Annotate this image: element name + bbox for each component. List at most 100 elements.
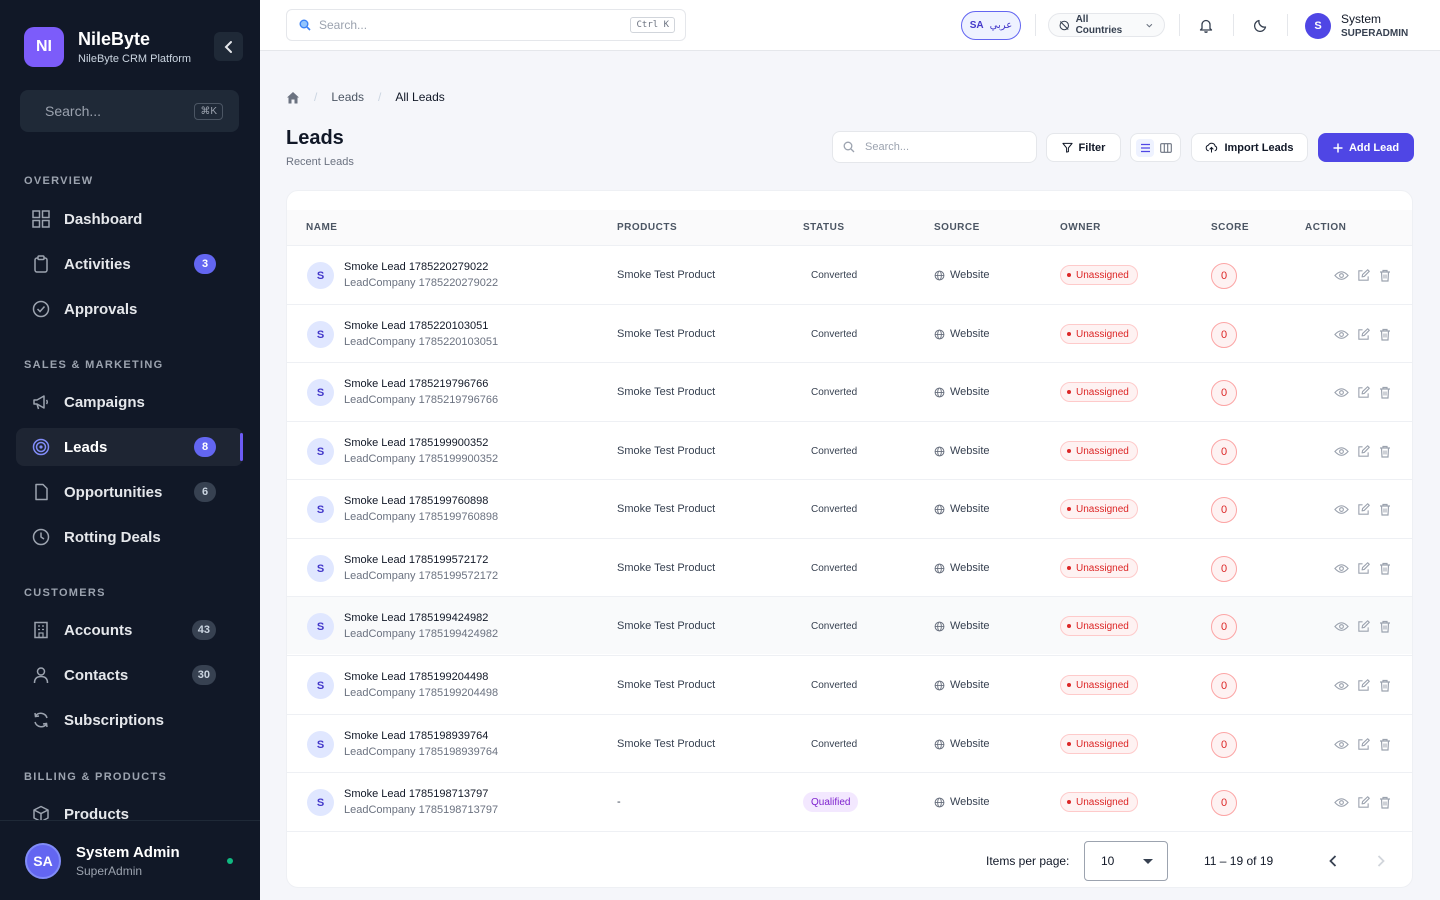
lead-name[interactable]: Smoke Lead 1785220103051 — [344, 320, 488, 332]
table-row[interactable]: S Smoke Lead 1785199572172 LeadCompany 178… — [287, 538, 1412, 596]
table-row[interactable]: S Smoke Lead 1785198939764 LeadCompany 178… — [287, 714, 1412, 772]
view-button[interactable] — [1333, 794, 1349, 810]
leads-search-input[interactable]: Search... — [832, 131, 1037, 163]
table-row[interactable]: S Smoke Lead 1785199424982 LeadCompany 178… — [287, 596, 1412, 654]
column-header-owner[interactable]: OWNER — [1060, 222, 1101, 233]
edit-button[interactable] — [1355, 560, 1371, 576]
sidebar-item-contacts[interactable]: Contacts 30 — [16, 656, 243, 694]
column-header-score[interactable]: SCORE — [1211, 222, 1249, 233]
add-lead-button[interactable]: Add Lead — [1318, 133, 1414, 162]
owner-badge: Unassigned — [1060, 792, 1138, 812]
table-row[interactable]: S Smoke Lead 1785220103051 LeadCompany 178… — [287, 304, 1412, 362]
lead-name[interactable]: Smoke Lead 1785220279022 — [344, 261, 488, 273]
view-button[interactable] — [1333, 736, 1349, 752]
lead-name[interactable]: Smoke Lead 1785219796766 — [344, 378, 488, 390]
brand[interactable]: NI NileByte NileByte CRM Platform — [24, 27, 191, 67]
sidebar-item-opportunities[interactable]: Opportunities 6 — [16, 473, 243, 511]
view-button[interactable] — [1333, 618, 1349, 634]
sidebar-item-subscriptions[interactable]: Subscriptions — [16, 701, 243, 739]
delete-button[interactable] — [1377, 501, 1393, 517]
lead-name[interactable]: Smoke Lead 1785199760898 — [344, 495, 488, 507]
delete-button[interactable] — [1377, 443, 1393, 459]
edit-button[interactable] — [1355, 267, 1371, 283]
column-header-status[interactable]: STATUS — [803, 222, 845, 233]
table-row[interactable]: S Smoke Lead 1785199900352 LeadCompany 178… — [287, 421, 1412, 479]
table-row[interactable]: S Smoke Lead 1785199204498 LeadCompany 178… — [287, 655, 1412, 713]
import-leads-label: Import Leads — [1224, 141, 1294, 154]
sidebar-item-dashboard[interactable]: Dashboard — [16, 200, 243, 238]
table-row[interactable]: S Smoke Lead 1785198713797 LeadCompany 178… — [287, 772, 1412, 830]
sidebar-item-activities[interactable]: Activities 3 — [16, 245, 243, 283]
table-row[interactable]: S Smoke Lead 1785219796766 LeadCompany 178… — [287, 362, 1412, 420]
global-search-input[interactable]: Search... Ctrl K — [286, 9, 686, 41]
delete-button[interactable] — [1377, 267, 1393, 283]
sidebar-search-input[interactable]: Search... ⌘K — [20, 90, 239, 132]
edit-button[interactable] — [1355, 677, 1371, 693]
search-icon — [843, 141, 855, 153]
delete-button[interactable] — [1377, 326, 1393, 342]
view-button[interactable] — [1333, 501, 1349, 517]
sidebar-item-leads[interactable]: Leads 8 — [16, 428, 243, 466]
home-icon[interactable] — [286, 91, 300, 104]
delete-button[interactable] — [1377, 736, 1393, 752]
clock-icon — [32, 528, 50, 546]
previous-page-button[interactable] — [1322, 850, 1344, 872]
lead-name[interactable]: Smoke Lead 1785199572172 — [344, 554, 488, 566]
lead-company: LeadCompany 1785199204498 — [344, 687, 499, 699]
edit-button[interactable] — [1355, 794, 1371, 810]
delete-button[interactable] — [1377, 618, 1393, 634]
dot-icon — [1067, 683, 1071, 687]
import-leads-button[interactable]: Import Leads — [1191, 133, 1308, 162]
edit-button[interactable] — [1355, 326, 1371, 342]
sidebar-item-label: Campaigns — [64, 393, 145, 411]
notifications-button[interactable] — [1197, 16, 1215, 34]
lead-name[interactable]: Smoke Lead 1785199204498 — [344, 671, 488, 683]
edit-button[interactable] — [1355, 618, 1371, 634]
edit-button[interactable] — [1355, 501, 1371, 517]
lead-name[interactable]: Smoke Lead 1785198713797 — [344, 788, 488, 800]
delete-button[interactable] — [1377, 677, 1393, 693]
lead-company: LeadCompany 1785198713797 — [344, 804, 499, 816]
sidebar-item-approvals[interactable]: Approvals — [16, 290, 243, 328]
table-row[interactable]: S Smoke Lead 1785220279022 LeadCompany 178… — [287, 245, 1412, 303]
sidebar-item-campaigns[interactable]: Campaigns — [16, 383, 243, 421]
next-page-button[interactable] — [1370, 850, 1392, 872]
collapse-sidebar-button[interactable] — [214, 32, 243, 61]
list-view-button[interactable] — [1136, 138, 1155, 157]
edit-button[interactable] — [1355, 384, 1371, 400]
country-select[interactable]: All Countries — [1048, 13, 1165, 37]
trash-icon — [1380, 620, 1390, 633]
breadcrumb-leads-link[interactable]: Leads — [331, 90, 364, 104]
language-code: SA — [969, 20, 984, 31]
items-per-page-select[interactable]: 10 — [1084, 841, 1168, 881]
column-header-products[interactable]: PRODUCTS — [617, 222, 677, 233]
score-badge: 0 — [1211, 380, 1237, 406]
lead-name[interactable]: Smoke Lead 1785199424982 — [344, 612, 488, 624]
sidebar-item-accounts[interactable]: Accounts 43 — [16, 611, 243, 649]
delete-button[interactable] — [1377, 560, 1393, 576]
edit-button[interactable] — [1355, 443, 1371, 459]
lead-source: Website — [934, 503, 990, 515]
column-header-source[interactable]: SOURCE — [934, 222, 980, 233]
dot-icon — [1067, 800, 1071, 804]
delete-button[interactable] — [1377, 794, 1393, 810]
sidebar-user-profile[interactable]: SA System Admin SuperAdmin — [0, 820, 260, 900]
view-button[interactable] — [1333, 326, 1349, 342]
lead-name[interactable]: Smoke Lead 1785198939764 — [344, 730, 488, 742]
view-button[interactable] — [1333, 384, 1349, 400]
view-button[interactable] — [1333, 677, 1349, 693]
language-switch-button[interactable]: SA عربي — [961, 11, 1021, 40]
filter-button[interactable]: Filter — [1046, 133, 1121, 162]
column-header-name[interactable]: NAME — [306, 222, 337, 233]
view-button[interactable] — [1333, 267, 1349, 283]
user-menu[interactable]: S System SUPERADMIN — [1305, 12, 1408, 39]
sidebar-item-rotting-deals[interactable]: Rotting Deals — [16, 518, 243, 556]
edit-button[interactable] — [1355, 736, 1371, 752]
view-button[interactable] — [1333, 560, 1349, 576]
delete-button[interactable] — [1377, 384, 1393, 400]
kanban-view-button[interactable] — [1157, 139, 1175, 157]
table-row[interactable]: S Smoke Lead 1785199760898 LeadCompany 178… — [287, 479, 1412, 537]
lead-name[interactable]: Smoke Lead 1785199900352 — [344, 437, 488, 449]
view-button[interactable] — [1333, 443, 1349, 459]
theme-toggle-button[interactable] — [1252, 16, 1270, 34]
